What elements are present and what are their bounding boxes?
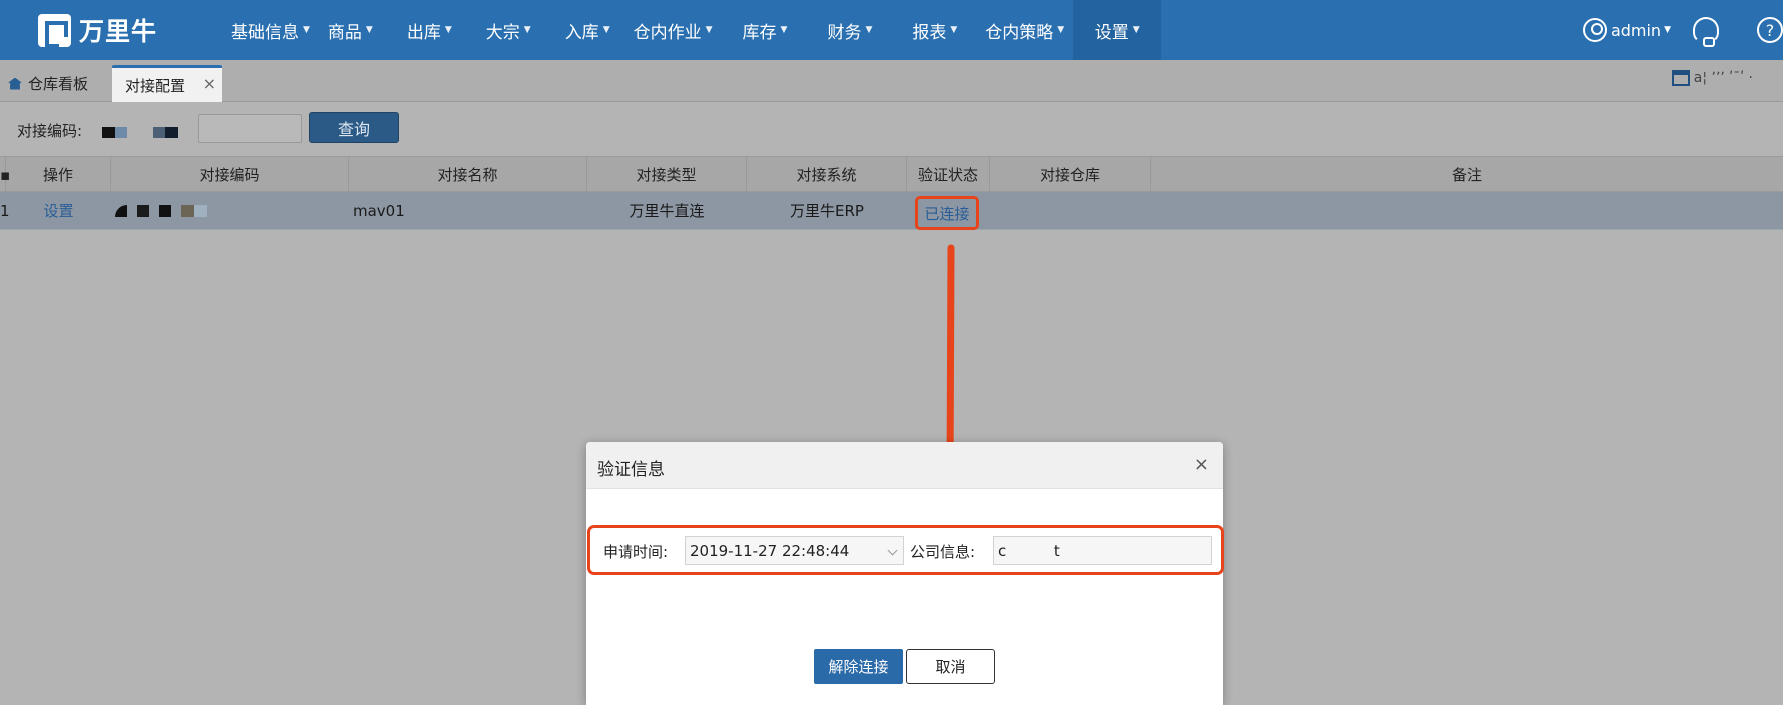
chevron-down-icon: ▼ bbox=[523, 25, 531, 35]
menu-item-outbound[interactable]: 出库 ▼ bbox=[398, 0, 461, 60]
search-label: 对接编码: bbox=[17, 122, 83, 140]
row-name: mav01 bbox=[353, 201, 405, 220]
redacted-code bbox=[102, 124, 127, 142]
column-header-remark: 备注 bbox=[1451, 166, 1482, 184]
disconnect-button[interactable]: 解除连接 bbox=[814, 649, 903, 684]
row-code-redacted bbox=[115, 192, 345, 229]
chevron-down-icon: ▼ bbox=[365, 25, 373, 35]
table-row[interactable]: 1 设置 mav01 万里牛直连 万里牛ERP bbox=[0, 192, 1783, 230]
tab-bar: 仓库看板 对接配置 × a¦ ʼʼʼ ʹ¯ʹ · bbox=[0, 60, 1783, 102]
row-type: 万里牛直连 bbox=[629, 202, 705, 220]
column-header-code: 对接编码 bbox=[111, 157, 349, 192]
menu-item-finance[interactable]: 财务 ▼ bbox=[818, 0, 881, 60]
chevron-down-icon: ▼ bbox=[444, 25, 452, 35]
company-info-field[interactable]: c t bbox=[993, 536, 1212, 565]
logo-text: 万里牛 bbox=[79, 17, 158, 46]
chevron-down-icon: ▼ bbox=[1132, 25, 1140, 35]
verification-dialog: 验证信息 × 申请时间: 2019-11-27 22:48:44 公司信息: c… bbox=[586, 442, 1224, 705]
chevron-down-icon: ▼ bbox=[1664, 25, 1671, 35]
chevron-down-icon bbox=[887, 545, 898, 556]
menu-item-bulk[interactable]: 大宗 ▼ bbox=[477, 0, 540, 60]
menu-item-goods[interactable]: 商品 ▼ bbox=[319, 0, 382, 60]
apply-time-label: 申请时间: bbox=[603, 543, 669, 561]
menu-item-reports[interactable]: 报表 ▼ bbox=[903, 0, 966, 60]
verification-info-row: 申请时间: 2019-11-27 22:48:44 公司信息: c t bbox=[587, 525, 1224, 575]
warehouse-icon bbox=[1671, 70, 1690, 86]
top-nav: 万里牛 基础信息 ▼ 商品 ▼ 出库 ▼ 大宗 ▼ 入库 ▼ 仓内作业 ▼ 库存 ▼ 财务 ▼ … bbox=[0, 0, 1783, 60]
column-header-name: 对接名称 bbox=[349, 157, 587, 192]
row-system: 万里牛ERP bbox=[790, 202, 864, 220]
tab-integration-config[interactable]: 对接配置 × bbox=[112, 65, 222, 102]
dialog-header: 验证信息 × bbox=[586, 442, 1223, 489]
chevron-down-icon: ▼ bbox=[705, 25, 713, 35]
logo[interactable]: 万里牛 bbox=[38, 12, 157, 48]
user-name: admin bbox=[1610, 20, 1662, 40]
user-menu[interactable]: admin ▼ bbox=[1582, 18, 1671, 42]
headset-icon[interactable] bbox=[1693, 17, 1719, 47]
dialog-title: 验证信息 bbox=[597, 460, 665, 480]
row-status-connected[interactable]: 已连接 bbox=[915, 196, 979, 230]
home-icon bbox=[8, 77, 22, 90]
query-button[interactable]: 查询 bbox=[309, 112, 399, 143]
row-remark bbox=[1155, 192, 1775, 229]
table-header: ▪ 操作 对接编码 对接名称 对接类型 对接系统 验证状态 对接仓库 备注 bbox=[0, 156, 1783, 192]
chevron-down-icon: ▼ bbox=[303, 25, 310, 35]
menu-item-warehouse-strategy[interactable]: 仓内策略 ▼ bbox=[976, 0, 1073, 60]
help-icon[interactable]: ? bbox=[1757, 17, 1783, 43]
redacted-code bbox=[153, 124, 178, 142]
warehouse-selector[interactable]: a¦ ʼʼʼ ʹ¯ʹ · bbox=[1671, 70, 1753, 86]
chevron-down-icon: ▼ bbox=[950, 25, 958, 35]
menu-item-basic-info[interactable]: 基础信息 ▼ bbox=[222, 0, 319, 60]
menu-item-settings[interactable]: 设置 ▼ bbox=[1073, 0, 1162, 60]
row-warehouse bbox=[990, 192, 1151, 229]
search-input[interactable] bbox=[198, 114, 302, 143]
chevron-down-icon: ▼ bbox=[1057, 25, 1065, 35]
user-icon bbox=[1582, 18, 1607, 42]
column-header-status: 验证状态 bbox=[907, 157, 990, 192]
column-header-warehouse: 对接仓库 bbox=[990, 157, 1151, 192]
menu-item-inbound[interactable]: 入库 ▼ bbox=[556, 0, 619, 60]
column-header-action: 操作 bbox=[6, 157, 111, 192]
menu-item-warehouse-ops[interactable]: 仓内作业 ▼ bbox=[625, 0, 722, 60]
close-icon[interactable]: × bbox=[203, 74, 216, 93]
column-header-type: 对接类型 bbox=[587, 157, 747, 192]
cancel-button[interactable]: 取消 bbox=[906, 649, 995, 684]
row-action-settings-link[interactable]: 设置 bbox=[6, 192, 111, 229]
tab-warehouse-dashboard[interactable]: 仓库看板 bbox=[8, 65, 88, 102]
chevron-down-icon: ▼ bbox=[602, 25, 610, 35]
column-header-system: 对接系统 bbox=[747, 157, 907, 192]
nav-right: admin ▼ ? bbox=[1582, 0, 1783, 60]
main-menu: 基础信息 ▼ 商品 ▼ 出库 ▼ 大宗 ▼ 入库 ▼ 仓内作业 ▼ 库存 ▼ 财务 ▼ 报表 ▼ … bbox=[222, 0, 1162, 60]
close-icon[interactable]: × bbox=[1194, 454, 1209, 475]
company-info-label: 公司信息: bbox=[910, 543, 976, 561]
menu-item-inventory[interactable]: 库存 ▼ bbox=[734, 0, 797, 60]
logo-icon bbox=[38, 13, 71, 48]
chevron-down-icon: ▼ bbox=[865, 25, 873, 35]
apply-time-select[interactable]: 2019-11-27 22:48:44 bbox=[685, 536, 904, 565]
chevron-down-icon: ▼ bbox=[780, 25, 788, 35]
